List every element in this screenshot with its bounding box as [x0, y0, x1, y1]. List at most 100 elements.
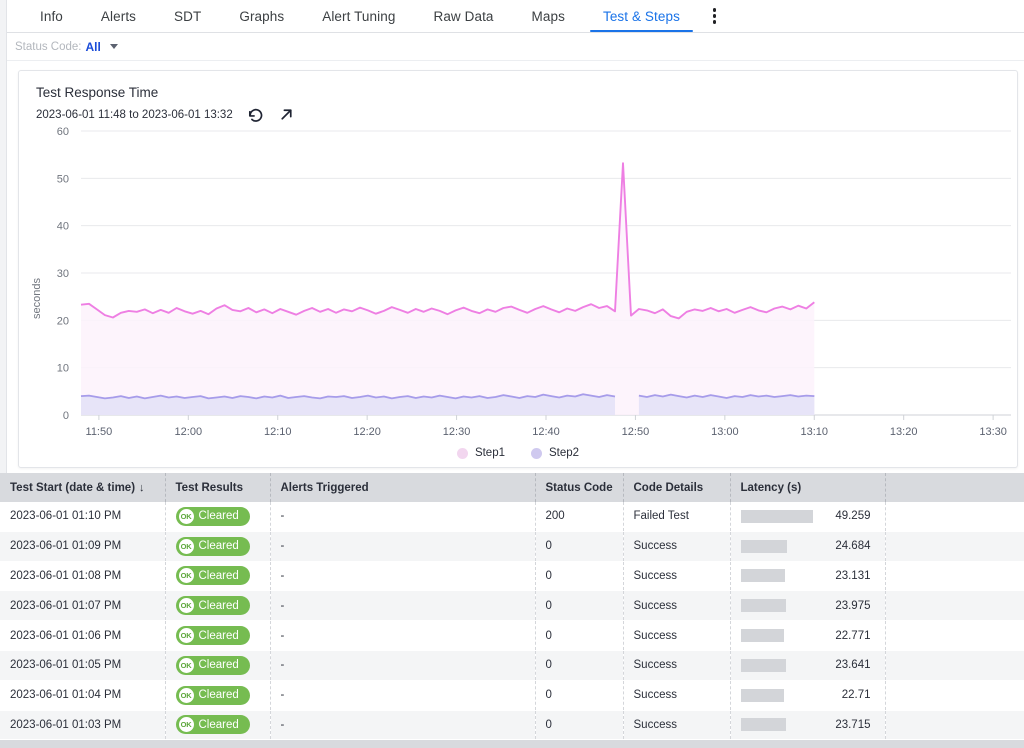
table-footer-strip [0, 740, 1024, 748]
ok-icon: OK [179, 717, 194, 732]
tab-label: Alerts [101, 9, 136, 24]
status-badge[interactable]: OKCleared [176, 537, 250, 556]
tab-info[interactable]: Info [21, 0, 82, 32]
ok-icon: OK [179, 628, 194, 643]
svg-text:12:00: 12:00 [175, 426, 203, 438]
cell-code-details: Success [623, 621, 730, 651]
svg-text:13:10: 13:10 [801, 426, 829, 438]
table-row[interactable]: 2023-06-01 01:07 PMOKCleared-0Success23.… [0, 591, 1024, 621]
column-label: Test Results [176, 482, 244, 494]
table-row[interactable]: 2023-06-01 01:06 PMOKCleared-0Success22.… [0, 621, 1024, 651]
status-badge[interactable]: OKCleared [176, 596, 250, 615]
cell-status-code: 0 [535, 621, 623, 651]
tab-graphs[interactable]: Graphs [220, 0, 303, 32]
cell-latency: 49.259 [730, 502, 885, 531]
table-row[interactable]: 2023-06-01 01:10 PMOKCleared-200Failed T… [0, 502, 1024, 531]
svg-text:30: 30 [57, 268, 69, 280]
tab-alerts[interactable]: Alerts [82, 0, 155, 32]
more-options-icon[interactable] [699, 0, 731, 32]
cell-status-code: 0 [535, 710, 623, 740]
ok-icon: OK [179, 509, 194, 524]
cell-status-code: 0 [535, 531, 623, 561]
table-row[interactable]: 2023-06-01 01:03 PMOKCleared-0Success23.… [0, 710, 1024, 740]
chart-plot-area[interactable]: seconds 010203040506011:5012:0012:1012:2… [19, 123, 1019, 469]
svg-text:10: 10 [57, 363, 69, 375]
ok-icon: OK [179, 658, 194, 673]
cell-alerts-triggered: - [270, 621, 535, 651]
latency-bar [741, 540, 788, 553]
cell-status-code: 0 [535, 650, 623, 680]
tab-label: Test & Steps [603, 9, 680, 24]
cell-test-start: 2023-06-01 01:08 PM [0, 561, 165, 591]
tab-label: Alert Tuning [322, 9, 395, 24]
legend-item-step1[interactable]: Step1 [457, 447, 505, 459]
column-header-alerts-triggered[interactable]: Alerts Triggered [270, 473, 535, 502]
column-header-test-start[interactable]: Test Start (date & time)↓ [0, 473, 165, 502]
cell-code-details: Success [623, 531, 730, 561]
cell-test-results: OKCleared [165, 591, 270, 621]
column-header-blank [885, 473, 1024, 502]
latency-value: 24.684 [787, 540, 874, 552]
svg-text:13:30: 13:30 [979, 426, 1007, 438]
chart-legend: Step1 Step2 [19, 447, 1017, 459]
expand-arrow-icon[interactable] [278, 106, 295, 123]
column-header-status-code[interactable]: Status Code [535, 473, 623, 502]
svg-text:12:30: 12:30 [443, 426, 471, 438]
cell-test-start: 2023-06-01 01:07 PM [0, 591, 165, 621]
cell-code-details: Success [623, 561, 730, 591]
cell-code-details: Success [623, 710, 730, 740]
latency-value: 23.715 [786, 719, 875, 731]
undo-icon[interactable] [247, 106, 264, 123]
cell-blank [885, 650, 1024, 680]
legend-item-step2[interactable]: Step2 [531, 447, 579, 459]
cell-blank [885, 561, 1024, 591]
table-row[interactable]: 2023-06-01 01:09 PMOKCleared-0Success24.… [0, 531, 1024, 561]
table-header-row: Test Start (date & time)↓ Test Results A… [0, 473, 1024, 502]
status-badge[interactable]: OKCleared [176, 566, 250, 585]
cell-alerts-triggered: - [270, 591, 535, 621]
sort-descending-icon[interactable]: ↓ [139, 482, 145, 494]
cell-code-details: Success [623, 591, 730, 621]
cell-blank [885, 502, 1024, 531]
cell-code-details: Success [623, 650, 730, 680]
tab-raw-data[interactable]: Raw Data [414, 0, 512, 32]
latency-bar [741, 599, 786, 612]
status-badge[interactable]: OK Cleared [176, 715, 250, 734]
cell-test-results: OK Cleared [165, 710, 270, 740]
table-row[interactable]: 2023-06-01 01:04 PMOKCleared-0Success22.… [0, 680, 1024, 710]
ok-icon: OK [179, 568, 194, 583]
status-code-filter-value[interactable]: All [85, 40, 100, 54]
column-header-latency[interactable]: Latency (s) [730, 473, 885, 502]
cell-status-code: 0 [535, 591, 623, 621]
test-results-table-container[interactable]: Test Start (date & time)↓ Test Results A… [0, 473, 1024, 748]
status-badge-label: Cleared [199, 510, 239, 522]
tab-sdt[interactable]: SDT [155, 0, 220, 32]
cell-test-results: OKCleared [165, 561, 270, 591]
svg-text:12:10: 12:10 [264, 426, 292, 438]
status-badge-label: Cleared [199, 540, 239, 552]
chevron-down-icon[interactable] [110, 44, 118, 49]
legend-color-dot [457, 448, 468, 459]
svg-text:12:50: 12:50 [622, 426, 650, 438]
status-badge-label: Cleared [199, 719, 239, 731]
tab-test-and-steps[interactable]: Test & Steps [584, 0, 699, 32]
status-badge[interactable]: OK Cleared [176, 507, 250, 526]
status-badge[interactable]: OKCleared [176, 626, 250, 645]
svg-text:13:00: 13:00 [711, 426, 739, 438]
tab-maps[interactable]: Maps [513, 0, 584, 32]
status-badge[interactable]: OKCleared [176, 686, 250, 705]
column-label: Status Code [546, 482, 613, 494]
latency-value: 22.771 [784, 630, 874, 642]
tab-alert-tuning[interactable]: Alert Tuning [303, 0, 414, 32]
column-label: Code Details [634, 482, 704, 494]
table-row[interactable]: 2023-06-01 01:05 PMOKCleared-0Success23.… [0, 650, 1024, 680]
cell-status-code: 0 [535, 561, 623, 591]
cell-test-results: OKCleared [165, 621, 270, 651]
latency-value: 22.71 [784, 689, 874, 701]
cell-status-code: 200 [535, 502, 623, 531]
status-badge[interactable]: OKCleared [176, 656, 250, 675]
table-row[interactable]: 2023-06-01 01:08 PMOKCleared-0Success23.… [0, 561, 1024, 591]
column-header-code-details[interactable]: Code Details [623, 473, 730, 502]
column-header-test-results[interactable]: Test Results [165, 473, 270, 502]
cell-status-code: 0 [535, 680, 623, 710]
